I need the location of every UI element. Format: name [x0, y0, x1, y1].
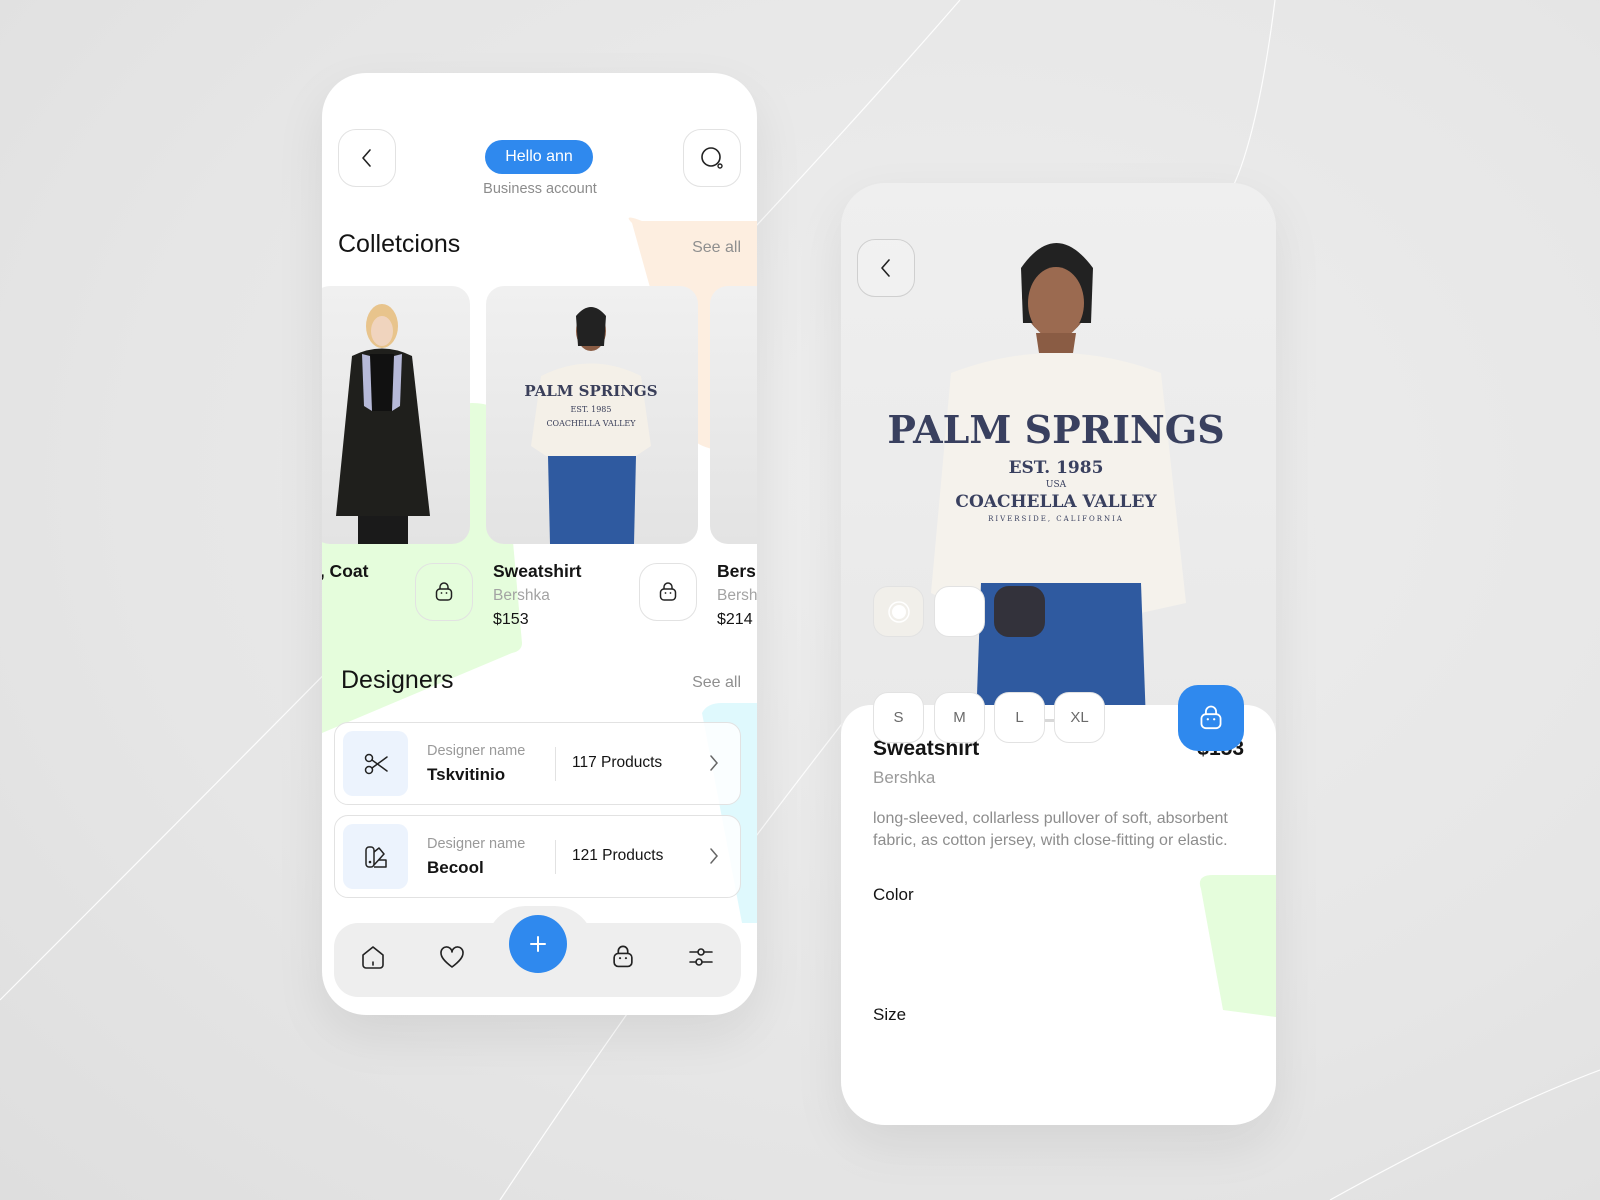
designers-see-all[interactable]: See all — [692, 674, 741, 692]
chevron-right-icon — [710, 755, 718, 771]
plus-icon — [530, 936, 546, 952]
product-info-sheet: Sweatshirt $153 Bershka long-sleeved, co… — [841, 705, 1276, 1125]
background-decoration — [0, 0, 1600, 1200]
designer-product-count: 121 Products — [572, 847, 664, 864]
designer-name: Becool — [427, 858, 484, 877]
search-button[interactable] — [683, 129, 741, 187]
product-brand: Bersh — [717, 587, 757, 604]
svg-text:COACHELLA VALLEY: COACHELLA VALLEY — [546, 419, 636, 428]
designer-row[interactable]: Designer name Becool 121 Products — [334, 815, 741, 898]
search-icon — [701, 147, 723, 169]
color-swatch-white[interactable] — [934, 586, 985, 637]
divider — [555, 840, 556, 874]
bag-icon — [1200, 705, 1222, 730]
designer-icon-box — [343, 824, 408, 889]
chevron-right-icon — [710, 848, 718, 864]
woman-palm-springs-sweatshirt-photo: PALM SPRINGS EST. 1985 COACHELLA VALLEY — [524, 307, 658, 544]
svg-text:COACHELLA VALLEY: COACHELLA VALLEY — [955, 492, 1157, 512]
size-option-xl[interactable]: XL — [1054, 692, 1105, 743]
svg-text:PALM SPRINGS: PALM SPRINGS — [524, 382, 657, 400]
bag-icon — [613, 945, 633, 968]
product-name: Bers — [717, 561, 756, 581]
product-price: $153 — [493, 611, 529, 628]
svg-text:PALM SPRINGS: PALM SPRINGS — [887, 407, 1224, 452]
nav-filters[interactable] — [679, 935, 723, 979]
designer-label: Designer name — [427, 743, 526, 759]
home-icon — [362, 946, 384, 969]
product-name: ·, Coat — [322, 561, 369, 581]
color-swatch-dark[interactable] — [994, 586, 1045, 637]
designer-product-count: 117 Products — [572, 754, 663, 771]
designer-icon-box — [343, 731, 408, 796]
bag-icon — [659, 582, 677, 601]
sliders-icon — [689, 948, 713, 966]
chevron-left-icon — [362, 149, 371, 167]
swatches-icon — [364, 845, 387, 868]
back-button[interactable] — [857, 239, 915, 297]
add-to-cart-button[interactable] — [1178, 685, 1244, 751]
product-brand: Bershka — [493, 587, 550, 604]
product-description: long-sleeved, collarless pullover of sof… — [873, 810, 1228, 849]
woman-black-coat-photo — [336, 304, 430, 544]
scissors-icon — [364, 753, 388, 774]
size-label: Size — [873, 1005, 907, 1024]
designer-row[interactable]: Designer name Tskvitinio 117 Products — [334, 722, 741, 805]
nav-home[interactable] — [351, 935, 395, 979]
product-brand: Bershka — [873, 768, 936, 787]
selected-indicator-icon — [888, 601, 910, 623]
heart-icon — [440, 946, 464, 968]
collections-title: Colletcions — [338, 230, 461, 258]
chevron-left-icon — [881, 259, 890, 277]
svg-text:EST. 1985: EST. 1985 — [1009, 458, 1104, 478]
designer-label: Designer name — [427, 836, 526, 852]
size-option-s[interactable]: S — [873, 692, 924, 743]
svg-text:USA: USA — [1046, 480, 1067, 490]
add-to-bag-button[interactable] — [639, 563, 697, 621]
designer-name: Tskvitinio — [427, 765, 506, 784]
product-image-sweatshirt[interactable]: PALM SPRINGS EST. 1985 COACHELLA VALLEY — [486, 286, 698, 544]
product-image-partial[interactable] — [710, 286, 757, 544]
svg-text:EST. 1985: EST. 1985 — [571, 405, 612, 414]
collections-see-all[interactable]: See all — [692, 239, 741, 257]
color-label: Color — [873, 885, 914, 904]
svg-text:RIVERSIDE, CALIFORNIA: RIVERSIDE, CALIFORNIA — [988, 515, 1124, 523]
designers-title: Designers — [341, 666, 454, 694]
product-price: $214 — [717, 611, 753, 628]
product-name: Sweatshirt — [493, 561, 582, 581]
home-screen: Hello ann Business account Colletcions S… — [322, 73, 757, 1015]
nav-cart[interactable] — [601, 935, 645, 979]
product-detail-screen: PALM SPRINGS EST. 1985 USA COACHELLA VAL… — [841, 183, 1276, 1125]
divider — [555, 747, 556, 781]
bag-icon — [435, 582, 453, 601]
add-button[interactable] — [509, 915, 567, 973]
product-image-coat[interactable] — [322, 286, 470, 544]
color-swatch-cream[interactable] — [873, 586, 924, 637]
account-type: Business account — [483, 181, 597, 197]
back-button[interactable] — [338, 129, 396, 187]
add-to-bag-button[interactable] — [415, 563, 473, 621]
size-option-m[interactable]: M — [934, 692, 985, 743]
greeting-pill: Hello ann — [485, 140, 593, 174]
size-option-l[interactable]: L — [994, 692, 1045, 743]
nav-favorites[interactable] — [430, 935, 474, 979]
